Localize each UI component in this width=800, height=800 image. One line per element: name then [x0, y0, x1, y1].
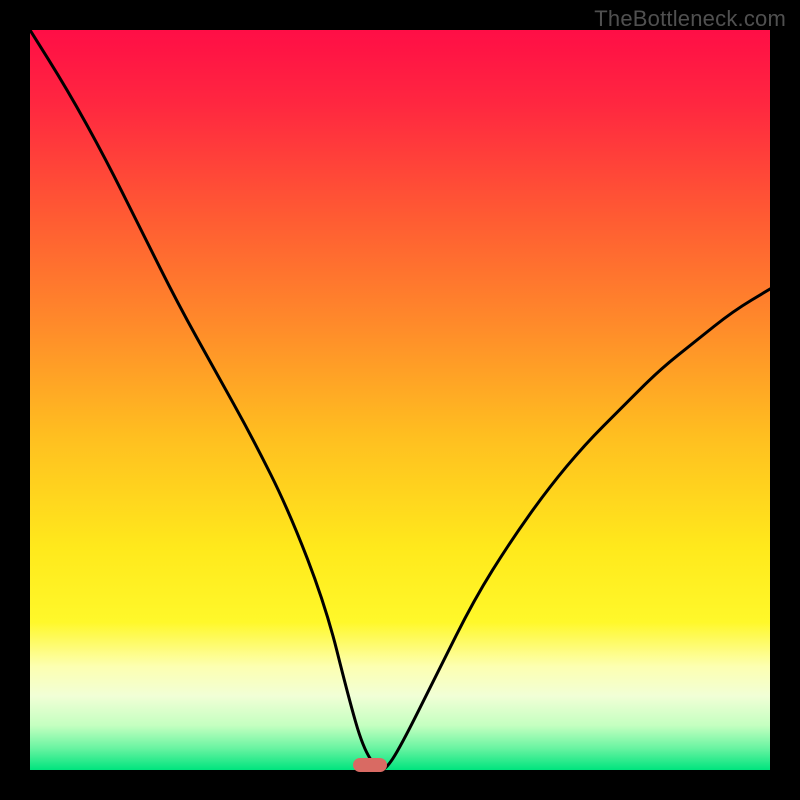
chart-frame: TheBottleneck.com — [0, 0, 800, 800]
watermark-text: TheBottleneck.com — [594, 6, 786, 32]
plot-area — [30, 30, 770, 770]
optimal-point-marker — [353, 758, 387, 772]
bottleneck-curve — [30, 30, 770, 770]
